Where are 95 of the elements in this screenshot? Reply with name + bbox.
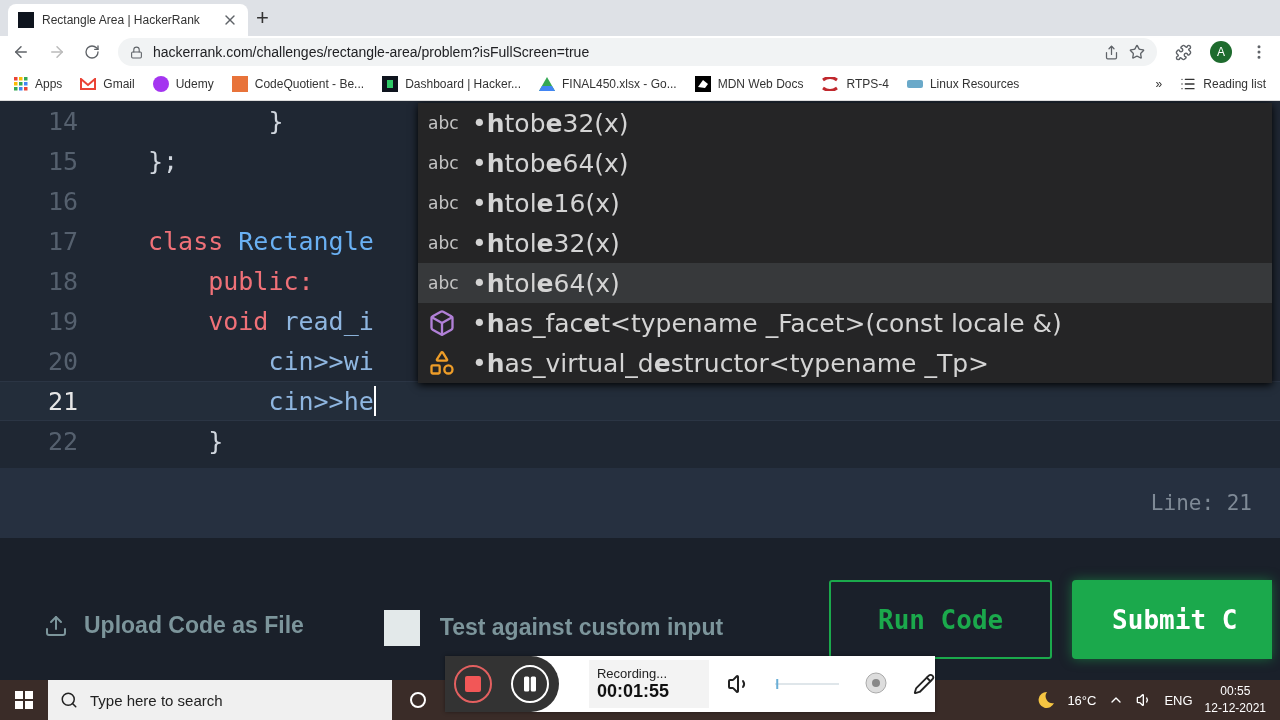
code-text: cin>>wi	[267, 346, 374, 376]
text-cursor	[373, 386, 376, 416]
volume-slider[interactable]	[775, 676, 839, 692]
more-bookmarks[interactable]: »	[1155, 77, 1163, 91]
custom-input-checkbox[interactable]	[383, 610, 420, 646]
taskbar-clock[interactable]: 00:55 12-12-2021	[1204, 683, 1266, 717]
url-text: hackerrank.com/challenges/rectangle-area/problem?isFullScreen=true	[153, 44, 590, 60]
bookmark-icon	[694, 76, 711, 92]
reading-list[interactable]: Reading list	[1180, 76, 1266, 92]
kind-tag: abc	[428, 113, 466, 133]
cursor-position: Line: 21	[1150, 491, 1252, 515]
taskbar-search-field[interactable]: Type here to search	[48, 680, 392, 720]
code-text: }	[207, 426, 224, 456]
star-icon[interactable]	[1129, 44, 1145, 60]
bookmark[interactable]: RTPS-4	[821, 77, 889, 91]
bookmark[interactable]: Dashboard | Hacker...	[382, 76, 521, 92]
tab-title: Rectangle Area | HackerRank	[42, 13, 201, 27]
line-number: 20	[46, 346, 78, 376]
recording-time: 00:01:55	[596, 681, 670, 702]
code-text: };	[148, 146, 179, 176]
line-number: 18	[46, 266, 78, 296]
slider-thumb[interactable]	[776, 679, 779, 689]
pencil-icon[interactable]	[913, 673, 935, 695]
share-icon[interactable]	[1104, 44, 1119, 60]
lock-icon	[130, 45, 143, 59]
suggestion-item[interactable]: abc •htole16(x)	[418, 183, 1272, 223]
new-tab-button[interactable]: +	[256, 5, 269, 31]
bookmark[interactable]: Gmail	[80, 77, 135, 91]
temperature: 16°C	[1067, 692, 1097, 708]
line-number: 17	[46, 226, 78, 256]
cortana-icon[interactable]	[410, 692, 426, 708]
suggestion-label: •htobe32(x)	[472, 108, 629, 138]
line-number: 22	[46, 426, 78, 456]
back-icon[interactable]	[12, 43, 30, 61]
code-text: public:	[207, 266, 314, 296]
stop-icon	[465, 676, 482, 692]
upload-icon	[44, 613, 68, 638]
moon-icon	[1037, 691, 1056, 709]
shapes-icon	[428, 349, 456, 377]
suggestion-item[interactable]: abc •htole64(x)	[418, 263, 1272, 303]
triangle-icon	[538, 77, 555, 91]
suggestion-label: •htole16(x)	[472, 188, 620, 218]
puzzle-icon[interactable]	[1175, 43, 1192, 61]
address-bar[interactable]: hackerrank.com/challenges/rectangle-area/problem?isFullScreen=true	[118, 38, 1157, 66]
mail-icon	[80, 78, 97, 90]
suggestion-item[interactable]: •has_facet<typename _Facet>(const locale &)	[418, 303, 1272, 343]
suggestion-item[interactable]: abc •htobe64(x)	[418, 143, 1272, 183]
line-number: 14	[46, 106, 78, 136]
suggestion-label: •htole32(x)	[472, 228, 620, 258]
bookmark[interactable]: MDN Web Docs	[694, 76, 804, 92]
list-icon	[1180, 76, 1197, 92]
bookmark[interactable]: FINAL450.xlsx - Go...	[538, 77, 677, 91]
stop-button[interactable]	[454, 665, 493, 703]
checkbox-label: Test against custom input	[439, 614, 724, 641]
bookmark[interactable]: Linux Resources	[906, 77, 1020, 91]
code-text: cin>>he	[267, 386, 376, 416]
kind-tag: abc	[428, 273, 466, 293]
suggestion-item[interactable]: abc •htole32(x)	[418, 223, 1272, 263]
suggestion-label: •has_facet<typename _Facet>(const locale &)	[472, 308, 1062, 338]
bookmark-icon	[382, 76, 399, 92]
cube-icon	[428, 309, 456, 337]
search-icon	[60, 691, 78, 709]
language-indicator[interactable]: ENG	[1164, 692, 1193, 708]
upload-link[interactable]: Upload Code as File	[44, 612, 304, 639]
suggestion-item[interactable]: abc •htobe32(x)	[418, 103, 1272, 143]
site-favicon-icon	[18, 12, 34, 28]
line-number: 21	[46, 386, 78, 416]
recording-status: Recording...	[596, 666, 669, 681]
line-number: 16	[46, 186, 78, 216]
kind-tag: abc	[428, 193, 466, 213]
bookmark[interactable]: Udemy	[152, 76, 214, 92]
suggestion-label: •has_virtual_destructor<typename _Tp>	[472, 348, 989, 378]
profile-avatar[interactable]: A	[1210, 41, 1232, 63]
bookmark[interactable]: CodeQuotient - Be...	[231, 76, 365, 92]
webcam-icon[interactable]	[863, 671, 889, 697]
reload-icon[interactable]	[84, 44, 100, 60]
code-text: }	[267, 106, 284, 136]
bookmark-icon	[821, 77, 840, 91]
suggestion-label: •htobe64(x)	[472, 148, 629, 178]
kind-tag: abc	[428, 233, 466, 253]
bookmark[interactable]: Apps	[14, 77, 63, 91]
code-text: class Rectangle	[148, 226, 374, 256]
kind-tag: abc	[428, 153, 466, 173]
code-text: void read_i	[207, 306, 374, 336]
code-editor[interactable]	[0, 101, 1280, 468]
bookmark-icon	[152, 76, 169, 92]
bookmark-icon	[906, 80, 923, 88]
apps-grid-icon	[14, 77, 28, 91]
pause-button[interactable]	[511, 665, 550, 703]
line-number: 19	[46, 306, 78, 336]
suggestion-item[interactable]: •has_virtual_destructor<typename _Tp>	[418, 343, 1272, 383]
browser-tab[interactable]: Rectangle Area | HackerRank	[8, 4, 248, 36]
bookmark-icon	[231, 76, 248, 92]
suggestion-label: •htole64(x)	[472, 268, 620, 298]
line-number: 15	[46, 146, 78, 176]
